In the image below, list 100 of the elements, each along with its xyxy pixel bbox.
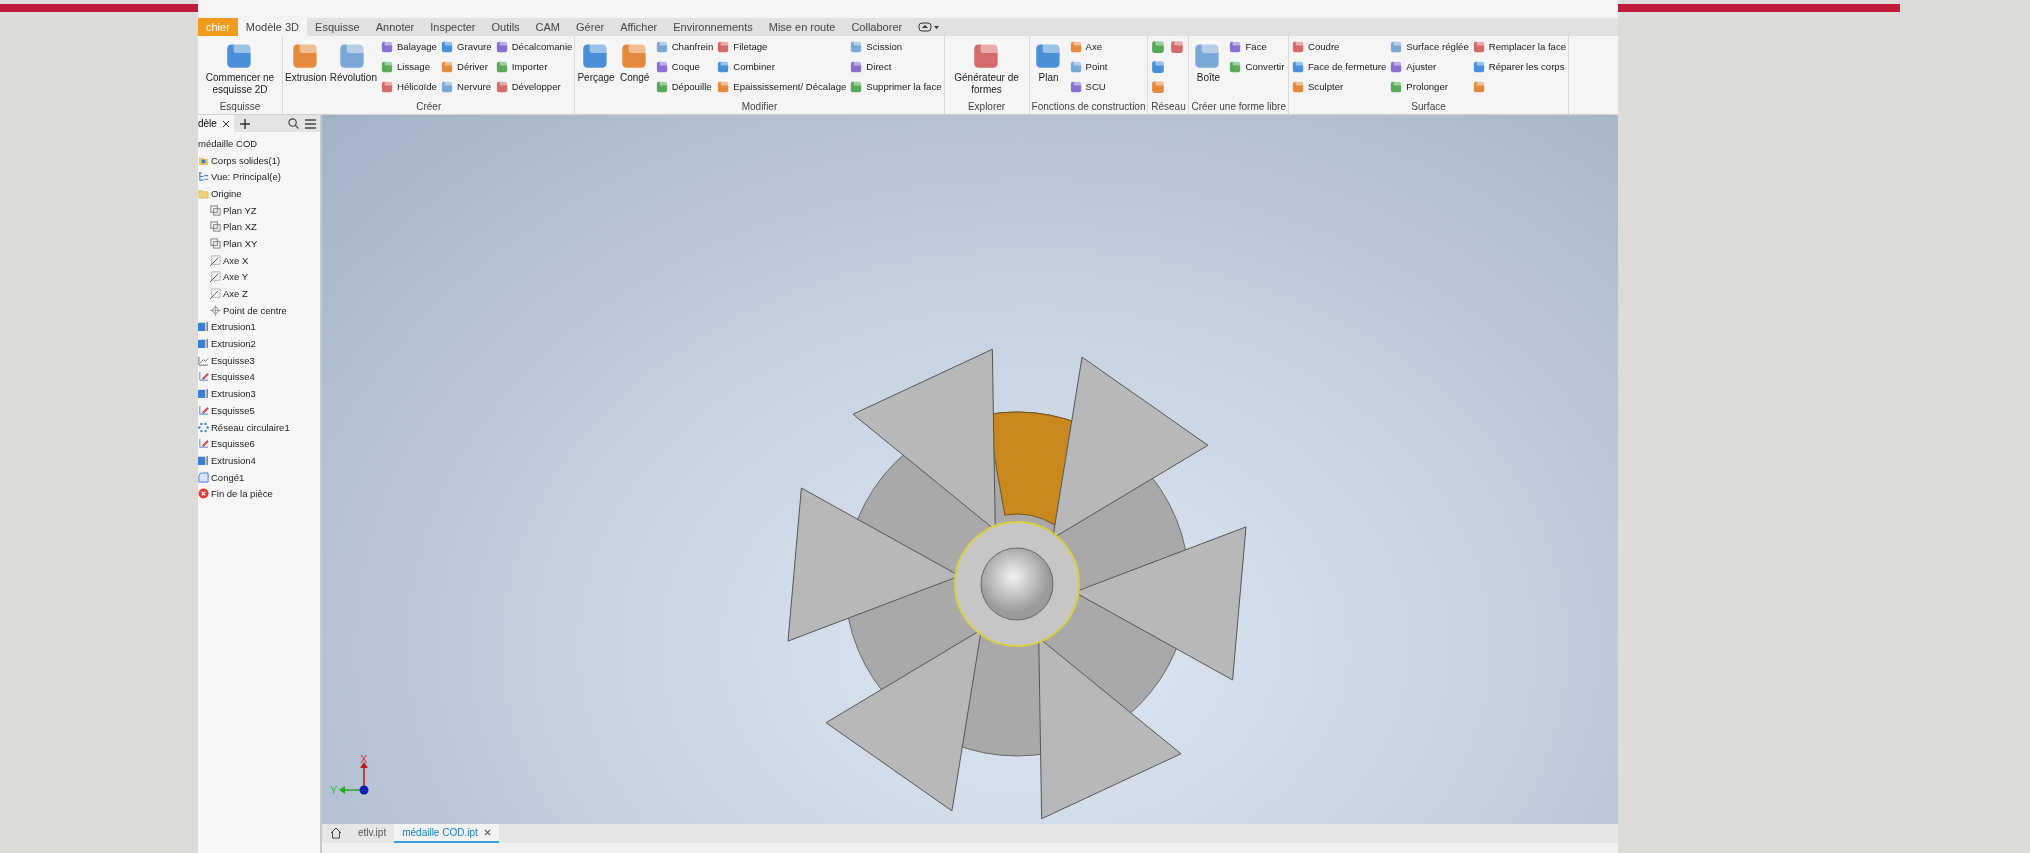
- tree-item[interactable]: Esquisse4: [211, 371, 255, 383]
- ribbon-tool[interactable]: Balayage: [379, 38, 437, 55]
- tool-icon: [379, 39, 395, 54]
- tool-icon: [849, 59, 865, 74]
- ribbon-tool[interactable]: Remplacer la face: [1471, 38, 1567, 55]
- tree-item[interactable]: Axe Y: [223, 271, 249, 283]
- ribbon-tab[interactable]: Annoter: [367, 18, 423, 36]
- ribbon-tool[interactable]: Dépouille: [654, 78, 714, 95]
- ribbon-tool[interactable]: Ajuster: [1389, 58, 1469, 75]
- document-tab[interactable]: etlv.ipt: [350, 824, 395, 843]
- ribbon-tab[interactable]: Gérer: [568, 18, 613, 36]
- add-icon[interactable]: [239, 118, 250, 129]
- ribbon-tool[interactable]: Filetage: [716, 38, 847, 55]
- tree-item[interactable]: Congé1: [211, 471, 245, 483]
- tree-item[interactable]: Extrusion2: [211, 338, 256, 350]
- tree-item[interactable]: Vue: Principal(e): [211, 171, 281, 183]
- ribbon-tool[interactable]: Nervure: [439, 78, 492, 95]
- search-icon[interactable]: [288, 118, 299, 129]
- ribbon-tool[interactable]: Point: [1068, 58, 1108, 75]
- sketch-icon: [198, 354, 209, 366]
- ribbon-tool[interactable]: SCU: [1068, 78, 1108, 95]
- ribbon-tab[interactable]: Inspecter: [422, 18, 484, 36]
- ribbon-tool[interactable]: Axe: [1068, 38, 1108, 55]
- ribbon-tool[interactable]: Dériver: [439, 58, 492, 75]
- tool-icon: [1471, 39, 1487, 54]
- ribbon-button[interactable]: Extrusion: [285, 38, 327, 84]
- ribbon-button[interactable]: Congé: [617, 38, 652, 84]
- close-icon[interactable]: [483, 829, 491, 836]
- ribbon-button[interactable]: Boîte: [1191, 38, 1226, 84]
- tree-item[interactable]: Réseau circulaire1: [211, 421, 290, 433]
- ribbon-tool[interactable]: Combiner: [716, 58, 847, 75]
- ribbon-tool[interactable]: Chanfrein: [654, 38, 714, 55]
- tool-icon: [716, 59, 732, 74]
- menu-icon[interactable]: [305, 118, 316, 129]
- ribbon-tool[interactable]: Surface réglée: [1389, 38, 1469, 55]
- home-icon[interactable]: [330, 826, 342, 839]
- ribbon-button[interactable]: Plan: [1031, 38, 1066, 84]
- ribbon-tab[interactable]: Modèle 3D: [237, 18, 308, 36]
- ribbon-tool[interactable]: Prolonger: [1389, 78, 1469, 95]
- tree-item[interactable]: Extrusion4: [211, 454, 256, 466]
- tree-item[interactable]: Esquisse5: [211, 404, 255, 416]
- ribbon-tab[interactable]: Esquisse: [307, 18, 368, 36]
- panel-title: Surface: [1410, 101, 1447, 114]
- tree-item[interactable]: Plan YZ: [223, 204, 257, 216]
- ribbon-tool[interactable]: Epaississement/ Décalage: [716, 78, 847, 95]
- tree-item[interactable]: Fin de la pièce: [211, 488, 273, 500]
- ribbon-button[interactable]: Générateur de formes: [946, 38, 1027, 96]
- ribbon-tool[interactable]: Coque: [654, 58, 714, 75]
- folder-icon: [198, 187, 209, 199]
- ribbon-tool[interactable]: Gravure: [439, 38, 492, 55]
- ribbon-tab[interactable]: Outils: [483, 18, 528, 36]
- tool-icon: [849, 79, 865, 94]
- tool-icon: [1290, 79, 1306, 94]
- ribbon-tool[interactable]: Scission: [849, 38, 942, 55]
- tool-icon: [379, 79, 395, 94]
- ribbon-tool[interactable]: Face: [1228, 38, 1285, 55]
- tree-item[interactable]: Extrusion1: [211, 321, 256, 333]
- ribbon-tool[interactable]: Sculpter: [1290, 78, 1387, 95]
- tree-item[interactable]: Plan XY: [223, 237, 258, 249]
- document-tab[interactable]: médaille COD.ipt: [394, 824, 499, 843]
- ribbon-tool[interactable]: Convertir: [1228, 58, 1285, 75]
- plane-icon: [210, 221, 221, 233]
- tree-item[interactable]: Point de centre: [223, 304, 287, 316]
- ribbon-tool[interactable]: Réparer les corps: [1471, 58, 1567, 75]
- ribbon-tool[interactable]: Supprimer la face: [849, 78, 942, 95]
- ribbon-tool[interactable]: Décalcomanie: [494, 38, 573, 55]
- panel-title: Esquisse: [218, 101, 262, 114]
- ribbon-tab[interactable]: Mise en route: [760, 18, 844, 36]
- ribbon-tab[interactable]: Collaborer: [843, 18, 911, 36]
- ribbon-tab[interactable]: CAM: [527, 18, 569, 36]
- ribbon-tool[interactable]: Face de fermeture: [1290, 58, 1387, 75]
- ribbon-tab[interactable]: Afficher: [612, 18, 666, 36]
- tree-item[interactable]: Corps solides(1): [211, 154, 281, 166]
- ribbon-tool[interactable]: Lissage: [379, 58, 437, 75]
- tree-item[interactable]: Esquisse3: [211, 354, 255, 366]
- ribbon-tool[interactable]: Coudre: [1290, 38, 1387, 55]
- close-icon[interactable]: [221, 119, 230, 128]
- sketch-icon: [198, 438, 209, 450]
- ribbon-tool[interactable]: Importer: [494, 58, 573, 75]
- tree-item[interactable]: Plan XZ: [223, 221, 257, 233]
- tool-icon: [716, 79, 732, 94]
- tree-item[interactable]: Esquisse6: [211, 438, 255, 450]
- dropdown-icon[interactable]: [918, 22, 941, 32]
- axis-icon: [210, 271, 221, 283]
- ribbon-button[interactable]: Perçage: [577, 38, 615, 84]
- ribbon-tool[interactable]: Développer: [494, 78, 573, 95]
- browser-tab[interactable]: dèle: [198, 115, 234, 132]
- tree-item[interactable]: Axe Z: [223, 288, 248, 300]
- tree-item[interactable]: Origine: [211, 187, 242, 199]
- ribbon-tab[interactable]: Environnements: [665, 18, 761, 36]
- tree-item[interactable]: Extrusion3: [211, 388, 256, 400]
- axis-icon: [210, 288, 221, 300]
- ribbon-button[interactable]: Commencer ne esquisse 2D: [200, 38, 280, 96]
- ribbon-tool[interactable]: Direct: [849, 58, 942, 75]
- tool-icon: [654, 59, 670, 74]
- tool-icon: [1389, 79, 1405, 94]
- ribbon-tool[interactable]: Hélicoïde: [379, 78, 437, 95]
- ribbon-button[interactable]: Révolution: [329, 38, 377, 84]
- tree-item[interactable]: Axe X: [223, 254, 249, 266]
- tree-item[interactable]: médaille COD: [198, 137, 258, 149]
